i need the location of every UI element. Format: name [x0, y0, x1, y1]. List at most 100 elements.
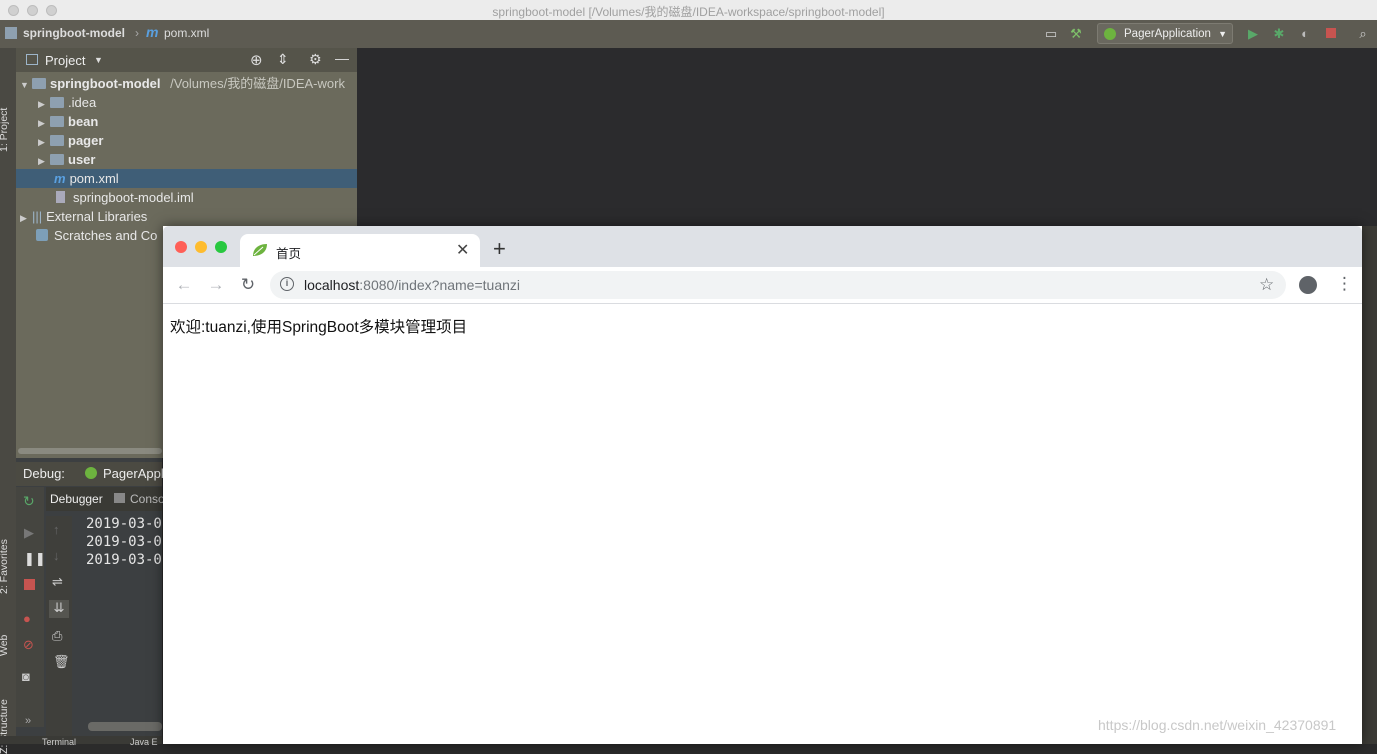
side-tab-favorites[interactable]: 2: Favorites	[0, 539, 10, 594]
print-icon[interactable]: ⎙	[52, 628, 62, 644]
new-tab-plus-icon[interactable]: +	[493, 236, 506, 262]
editor-area	[357, 48, 1377, 226]
tree-item-label: pager	[68, 133, 104, 148]
mute-breakpoints-icon[interactable]: ⊘	[23, 637, 34, 653]
pause-icon[interactable]: ❚❚	[24, 551, 46, 567]
layout-icon[interactable]: ▭	[1043, 26, 1059, 42]
close-window-button[interactable]	[175, 241, 187, 253]
tree-item-label: user	[68, 152, 96, 167]
tree-item-label: bean	[68, 114, 99, 129]
horizontal-scrollbar[interactable]	[18, 448, 162, 454]
debug-header: Debug: PagerAppl	[16, 462, 164, 486]
iml-file-icon	[56, 191, 65, 203]
tree-item-bean[interactable]: ▶ bean	[16, 112, 379, 131]
tree-root[interactable]: ▼ springboot-model /Volumes/我的磁盘/IDEA-wor…	[16, 74, 361, 93]
project-view-icon	[26, 54, 38, 65]
debug-toolbar: ↻ ▶ ❚❚ ● ⊘ ◙ »	[16, 487, 46, 727]
collapse-all-icon[interactable]: ⇕	[277, 51, 289, 68]
tree-item-label: pom.xml	[69, 171, 119, 186]
tree-item-label: Scratches and Co	[54, 228, 158, 243]
tab-console[interactable]: Conso	[130, 492, 165, 506]
view-breakpoints-icon[interactable]: ●	[23, 611, 31, 626]
arrow-up-icon[interactable]: ↑	[53, 522, 60, 537]
tree-item-pager[interactable]: ▶ pager	[16, 131, 379, 150]
library-icon: |||	[32, 209, 43, 224]
breadcrumb-file[interactable]: pom.xml	[164, 26, 209, 40]
tree-item-label: .idea	[68, 95, 97, 110]
camera-icon[interactable]: ◙	[22, 669, 30, 684]
build-hammer-icon[interactable]: ⚒	[1068, 26, 1084, 42]
ide-title-bar: springboot-model [/Volumes/我的磁盘/IDEA-wor…	[0, 0, 1377, 21]
zoom-window-button[interactable]	[215, 241, 227, 253]
forward-arrow-icon[interactable]: →	[207, 276, 225, 294]
ide-navigation-bar: springboot-model › m pom.xml ▭ ⚒ PagerAp…	[0, 20, 1377, 48]
run-configuration-select[interactable]: PagerApplication ▼	[1097, 23, 1233, 44]
stop-icon[interactable]	[1323, 26, 1339, 42]
search-icon[interactable]: ⌕	[1355, 26, 1371, 42]
collapsed-arrow-icon[interactable]: ▶	[38, 114, 50, 131]
spring-boot-icon	[1104, 28, 1116, 40]
tree-root-name: springboot-model	[50, 76, 161, 91]
spring-boot-icon	[85, 467, 97, 479]
menu-kebab-icon[interactable]: ⋮	[1336, 274, 1353, 294]
soft-wrap-icon[interactable]: ⇌	[52, 574, 63, 590]
tab-debugger[interactable]: Debugger	[50, 492, 103, 506]
project-panel-header: Project ▼ ⊕ ⇕ ⚙ —	[16, 48, 357, 72]
console-icon	[114, 493, 125, 503]
gear-icon[interactable]: ⚙	[309, 51, 322, 68]
maven-icon: m	[146, 24, 159, 40]
hide-panel-icon[interactable]: —	[335, 50, 349, 66]
tree-item-external-libraries[interactable]: ▶ ||| External Libraries	[16, 207, 361, 226]
bookmark-star-icon[interactable]: ☆	[1259, 275, 1274, 295]
profile-avatar-icon[interactable]	[1299, 276, 1317, 294]
tree-item-iml[interactable]: springboot-model.iml	[16, 188, 397, 207]
resume-icon[interactable]: ▶	[24, 525, 34, 541]
browser-tab[interactable]: 首页 ✕	[240, 234, 480, 267]
site-info-icon[interactable]: i	[280, 277, 294, 291]
debug-tab-bar: Debugger Conso	[46, 487, 165, 511]
tab-java-enterprise[interactable]: Java E	[130, 737, 158, 747]
editor-right-edge	[1362, 226, 1377, 744]
watermark: https://blog.csdn.net/weixin_42370891	[1098, 717, 1337, 733]
chevron-down-icon[interactable]: ▼	[94, 55, 103, 65]
reload-icon[interactable]: ↻	[239, 276, 257, 294]
project-panel-title[interactable]: Project	[45, 53, 85, 68]
side-tab-structure[interactable]: Z: Structure	[0, 699, 10, 754]
collapsed-arrow-icon[interactable]: ▶	[38, 133, 50, 150]
back-arrow-icon[interactable]: ←	[175, 276, 193, 294]
debug-config-tab[interactable]: PagerAppl	[103, 466, 164, 481]
close-tab-icon[interactable]: ✕	[456, 240, 469, 260]
debug-bug-icon[interactable]: ✱	[1271, 26, 1287, 42]
coverage-icon[interactable]: ◐	[1297, 26, 1313, 42]
run-icon[interactable]: ▶	[1245, 26, 1261, 42]
collapsed-arrow-icon[interactable]: ▶	[20, 209, 32, 226]
locate-crosshair-icon[interactable]: ⊕	[250, 51, 263, 69]
breadcrumb-project[interactable]: springboot-model	[23, 26, 125, 40]
trash-icon[interactable]: 🗑	[53, 654, 70, 670]
log-line: 2019-03-0	[86, 552, 162, 568]
breadcrumb-separator-icon: ›	[135, 26, 139, 40]
collapsed-arrow-icon[interactable]: ▶	[38, 152, 50, 169]
tree-root-path: /Volumes/我的磁盘/IDEA-work	[170, 76, 345, 91]
arrow-down-icon[interactable]: ↓	[53, 548, 60, 563]
minimize-window-button[interactable]	[195, 241, 207, 253]
log-line: 2019-03-0	[86, 534, 162, 550]
collapsed-arrow-icon[interactable]: ▶	[38, 95, 50, 112]
stop-icon[interactable]	[24, 579, 35, 590]
url-text[interactable]: localhost:8080/index?name=tuanzi	[304, 277, 520, 293]
maven-icon: m	[54, 171, 66, 186]
log-line: 2019-03-0	[86, 516, 162, 532]
tree-item-pom[interactable]: m pom.xml	[16, 169, 395, 188]
side-tab-project[interactable]: 1: Project	[0, 108, 10, 152]
side-tab-web[interactable]: Web	[0, 635, 10, 656]
tree-item-idea[interactable]: ▶ .idea	[16, 93, 379, 112]
folder-icon	[32, 78, 46, 89]
scroll-to-end-icon[interactable]: ⇊	[49, 600, 69, 618]
tree-item-user[interactable]: ▶ user	[16, 150, 379, 169]
tab-terminal[interactable]: Terminal	[42, 737, 76, 747]
folder-icon	[50, 97, 64, 108]
console-scrollbar[interactable]	[88, 722, 162, 731]
rerun-icon[interactable]: ↻	[23, 493, 35, 510]
more-icon[interactable]: »	[25, 715, 31, 727]
expanded-arrow-icon[interactable]: ▼	[20, 76, 32, 93]
